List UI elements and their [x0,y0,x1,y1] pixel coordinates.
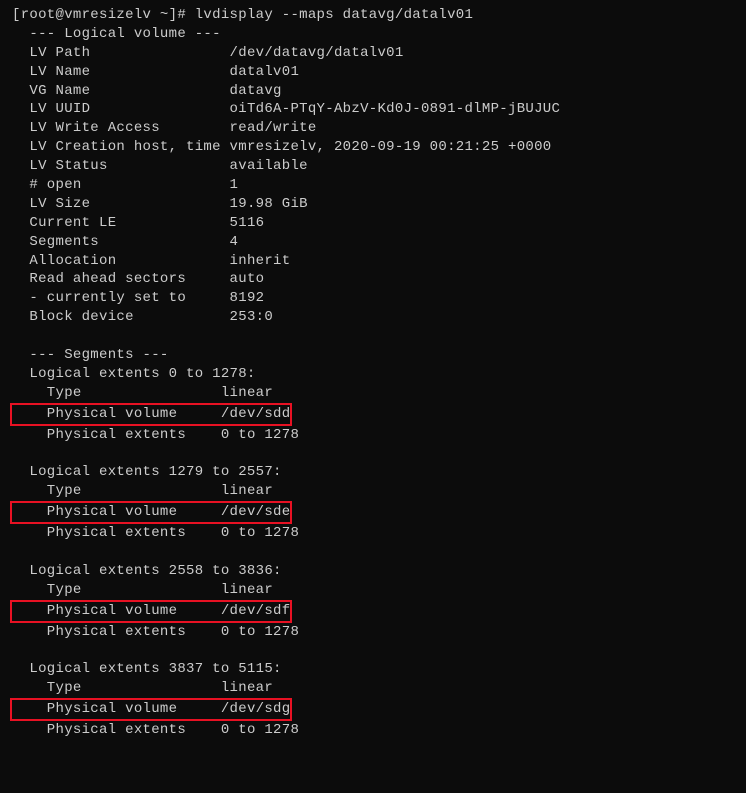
pe-value: 0 to 1278 [221,427,299,443]
lv-label: - currently set to [12,290,230,306]
pv-label: Physical volume [12,504,221,520]
pv-value: /dev/sdd [221,406,291,422]
pe-value: 0 to 1278 [221,525,299,541]
lv-label: VG Name [12,83,230,99]
blank-line [12,543,734,562]
lv-row: Current LE 5116 [12,214,734,233]
lv-row: LV Write Access read/write [12,119,734,138]
lv-row: Read ahead sectors auto [12,270,734,289]
pv-label: Physical volume [12,701,221,717]
lv-label: LV Name [12,64,230,80]
type-value: linear [221,582,273,598]
segment-range: Logical extents 3837 to 5115: [12,660,734,679]
segment-type: Type linear [12,482,734,501]
pv-value: /dev/sde [221,504,291,520]
pv-highlight-box: Physical volume /dev/sdg [10,698,292,721]
lv-value: vmresizelv, 2020-09-19 00:21:25 +0000 [230,139,552,155]
pv-highlight-wrap: Physical volume /dev/sdd [12,403,734,426]
lv-row: # open 1 [12,176,734,195]
lv-label: Current LE [12,215,230,231]
lv-row: Segments 4 [12,233,734,252]
lv-row: LV Path /dev/datavg/datalv01 [12,44,734,63]
command-text: lvdisplay --maps datavg/datalv01 [195,7,473,23]
lv-row: LV Creation host, time vmresizelv, 2020-… [12,138,734,157]
lv-label: LV Path [12,45,230,61]
segment-range: Logical extents 0 to 1278: [12,365,734,384]
physical-extents: Physical extents 0 to 1278 [12,426,734,445]
lv-label: Allocation [12,253,230,269]
lv-label: LV UUID [12,101,230,117]
blank-line [12,641,734,660]
lv-value: auto [230,271,265,287]
shell-prompt: [root@vmresizelv ~]# [12,7,195,23]
pv-highlight-box: Physical volume /dev/sde [10,501,292,524]
type-label: Type [12,582,221,598]
lv-value: oiTd6A-PTqY-AbzV-Kd0J-0891-dlMP-jBUJUC [230,101,561,117]
physical-extents: Physical extents 0 to 1278 [12,721,734,740]
lv-value: datalv01 [230,64,300,80]
lv-label: LV Status [12,158,230,174]
pv-value: /dev/sdf [221,603,291,619]
lv-row: VG Name datavg [12,82,734,101]
terminal-output: [root@vmresizelv ~]# lvdisplay --maps da… [12,6,734,740]
pv-highlight-box: Physical volume /dev/sdf [10,600,292,623]
pv-label: Physical volume [12,603,221,619]
lv-value: /dev/datavg/datalv01 [230,45,404,61]
lv-value: inherit [230,253,291,269]
pe-label: Physical extents [12,427,221,443]
lv-value: 253:0 [230,309,274,325]
lv-label: LV Size [12,196,230,212]
lv-value: 1 [230,177,239,193]
lv-row: LV Status available [12,157,734,176]
lv-value: available [230,158,308,174]
pv-highlight-wrap: Physical volume /dev/sdf [12,600,734,623]
lv-row: LV Size 19.98 GiB [12,195,734,214]
lv-label: Block device [12,309,230,325]
blank-line [12,327,734,346]
lv-row: - currently set to 8192 [12,289,734,308]
type-value: linear [221,385,273,401]
type-value: linear [221,680,273,696]
segment-type: Type linear [12,679,734,698]
physical-extents: Physical extents 0 to 1278 [12,524,734,543]
segment-range: Logical extents 1279 to 2557: [12,463,734,482]
lv-label: Segments [12,234,230,250]
type-label: Type [12,385,221,401]
pv-highlight-wrap: Physical volume /dev/sde [12,501,734,524]
lv-value: 8192 [230,290,265,306]
type-label: Type [12,680,221,696]
pv-label: Physical volume [12,406,221,422]
lv-row: Allocation inherit [12,252,734,271]
lv-label: # open [12,177,230,193]
physical-extents: Physical extents 0 to 1278 [12,623,734,642]
lv-value: 4 [230,234,239,250]
lv-value: 5116 [230,215,265,231]
pv-highlight-wrap: Physical volume /dev/sdg [12,698,734,721]
lv-value: read/write [230,120,317,136]
lv-section-header: --- Logical volume --- [12,25,734,44]
lv-label: LV Write Access [12,120,230,136]
pe-value: 0 to 1278 [221,624,299,640]
lv-row: LV UUID oiTd6A-PTqY-AbzV-Kd0J-0891-dlMP-… [12,100,734,119]
lv-label: Read ahead sectors [12,271,230,287]
pe-label: Physical extents [12,722,221,738]
pe-label: Physical extents [12,624,221,640]
pv-highlight-box: Physical volume /dev/sdd [10,403,292,426]
prompt-line: [root@vmresizelv ~]# lvdisplay --maps da… [12,6,734,25]
type-label: Type [12,483,221,499]
lv-row: LV Name datalv01 [12,63,734,82]
lv-row: Block device 253:0 [12,308,734,327]
pv-value: /dev/sdg [221,701,291,717]
segment-type: Type linear [12,384,734,403]
lv-value: 19.98 GiB [230,196,308,212]
segment-type: Type linear [12,581,734,600]
pe-value: 0 to 1278 [221,722,299,738]
lv-label: LV Creation host, time [12,139,230,155]
type-value: linear [221,483,273,499]
blank-line [12,444,734,463]
segments-header: --- Segments --- [12,346,734,365]
lv-value: datavg [230,83,282,99]
pe-label: Physical extents [12,525,221,541]
segment-range: Logical extents 2558 to 3836: [12,562,734,581]
